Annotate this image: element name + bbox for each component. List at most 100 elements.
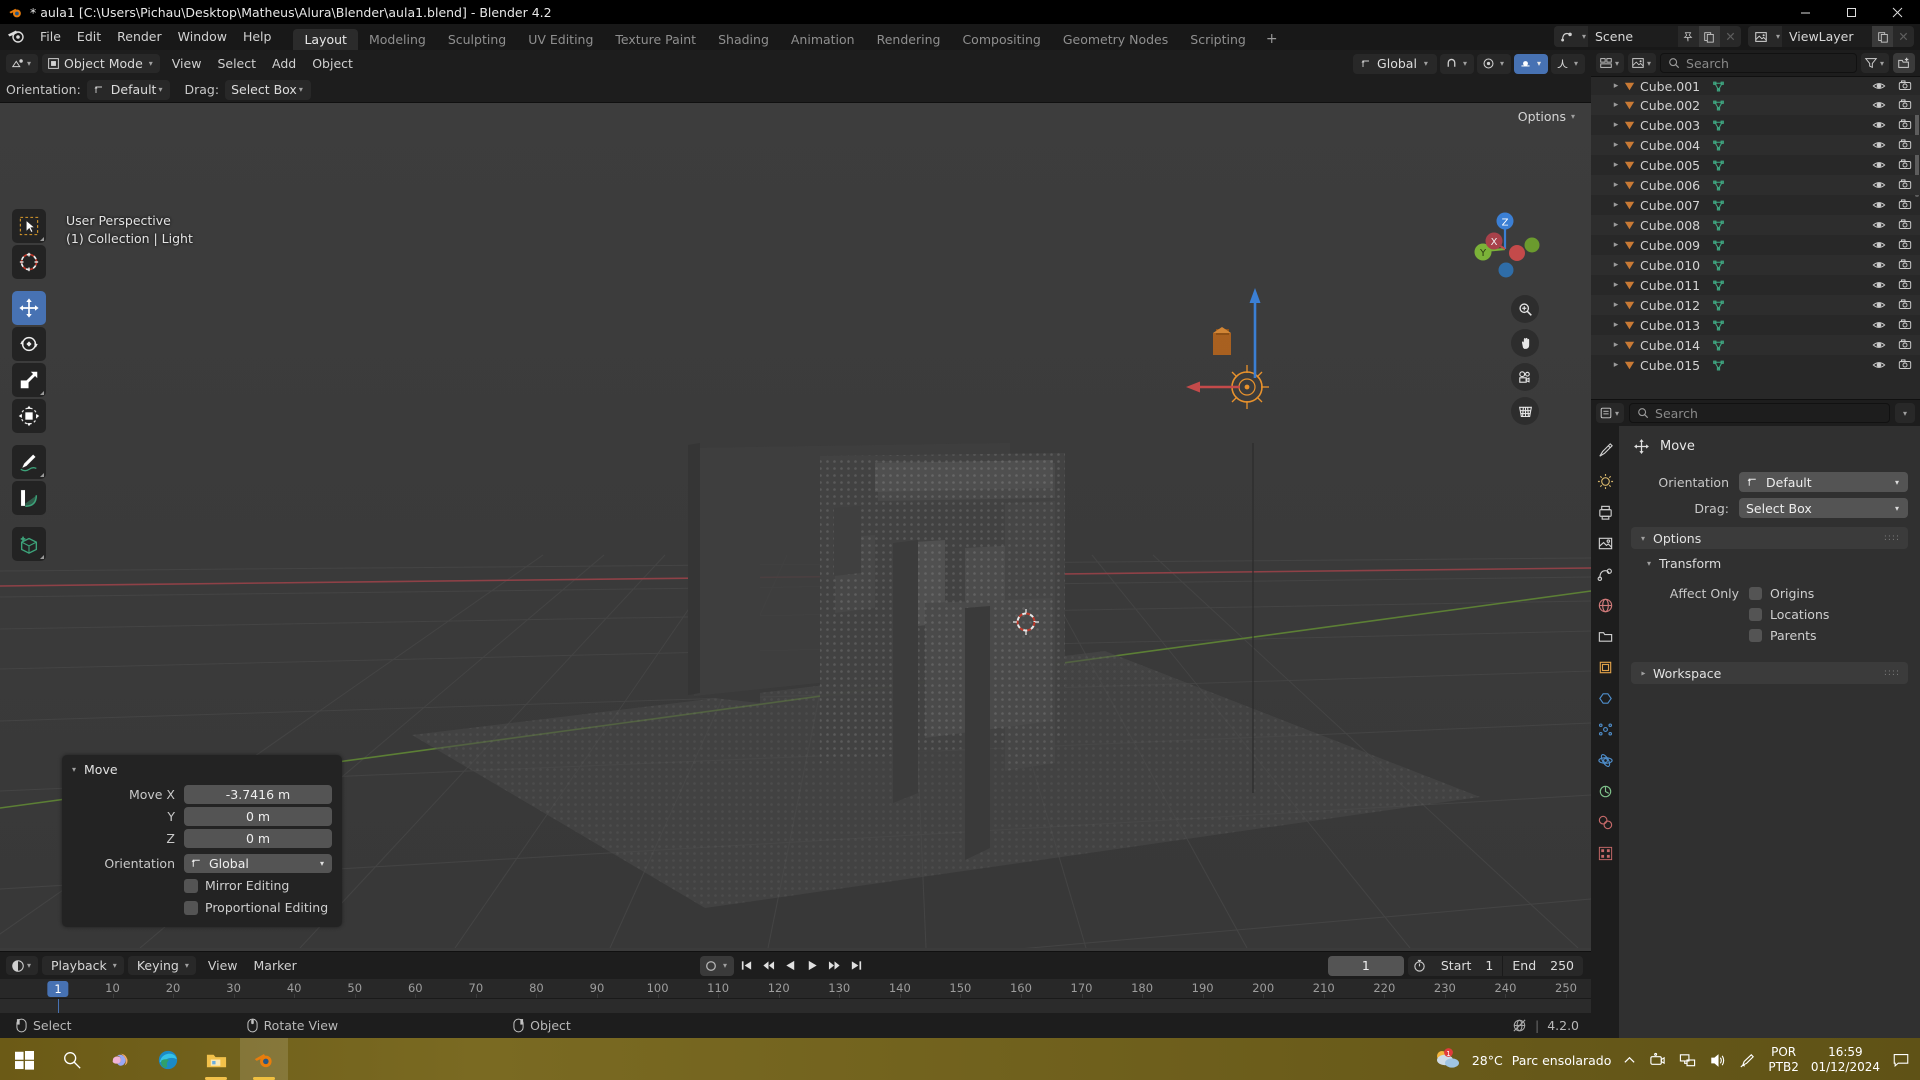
3d-viewport[interactable]: User Perspective (1) Collection | Light … (0, 103, 1591, 951)
outliner-row[interactable]: ▸ Cube.009 (1591, 235, 1920, 255)
outliner-row[interactable]: ▸ Cube.005 (1591, 155, 1920, 175)
timeline-playhead[interactable] (58, 999, 59, 1013)
disable-in-render-icon[interactable] (1898, 258, 1912, 272)
zoom-view-icon[interactable] (1511, 295, 1539, 323)
disable-in-render-icon[interactable] (1898, 298, 1912, 312)
proportional-editing-checkbox-box[interactable] (184, 900, 198, 915)
outliner-row[interactable]: ▸ Cube.004 (1591, 135, 1920, 155)
disable-in-render-icon[interactable] (1898, 138, 1912, 152)
expand-chevron-icon[interactable]: ▸ (1609, 180, 1623, 190)
expand-chevron-icon[interactable]: ▸ (1609, 160, 1623, 170)
properties-drag-row[interactable]: Drag: Select Box ▾ (1627, 497, 1912, 519)
curve-falloff-selector[interactable]: ▾ (1550, 53, 1585, 74)
notifications-icon[interactable] (1892, 1051, 1910, 1069)
tab-shading[interactable]: Shading (707, 29, 780, 50)
outliner-row[interactable]: ▸ Cube.011 (1591, 275, 1920, 295)
pan-view-icon[interactable] (1511, 329, 1539, 357)
edge-icon[interactable] (144, 1038, 192, 1080)
operator-mirror-editing-checkbox[interactable]: Mirror Editing (184, 875, 332, 896)
hide-in-viewport-icon[interactable] (1872, 138, 1886, 152)
menu-edit[interactable]: Edit (69, 24, 109, 50)
timeline-keying-menu[interactable]: Keying ▾ (127, 956, 196, 975)
tab-material-properties[interactable] (1595, 812, 1615, 832)
outliner-filter-button[interactable]: ▾ (1860, 53, 1889, 73)
clock-widget[interactable]: 16:59 01/12/2024 (1811, 1045, 1880, 1075)
properties-orientation-dropdown[interactable]: Default ▾ (1739, 472, 1908, 492)
transform-subpanel-header[interactable]: ▾ Transform (1627, 553, 1912, 573)
timeline-ruler[interactable]: 10 20 30 40 50 60 70 80 90 100 110 120 130 140 150 160 1… (0, 979, 1591, 999)
hide-in-viewport-icon[interactable] (1872, 278, 1886, 292)
transform-tool[interactable] (12, 399, 46, 433)
show-hidden-icons-chevron-icon[interactable] (1623, 1054, 1636, 1067)
operator-panel-title[interactable]: ▾ Move (62, 759, 342, 783)
viewport-menu-add[interactable]: Add (264, 51, 304, 77)
maximize-button[interactable] (1828, 0, 1874, 24)
tab-physics-properties[interactable] (1595, 750, 1615, 770)
tab-texture-properties[interactable] (1595, 843, 1615, 863)
move-tool[interactable] (12, 291, 46, 325)
outliner-row[interactable]: ▸ Cube.002 (1591, 95, 1920, 115)
camera-view-icon[interactable] (1511, 363, 1539, 391)
affect-only-locations-checkbox[interactable]: Locations (1749, 604, 1912, 625)
current-frame-field[interactable]: 1 (1327, 955, 1404, 976)
disable-in-render-icon[interactable] (1898, 198, 1912, 212)
disable-in-render-icon[interactable] (1898, 318, 1912, 332)
file-explorer-icon[interactable] (192, 1038, 240, 1080)
tab-geometry-nodes[interactable]: Geometry Nodes (1052, 29, 1179, 50)
hide-in-viewport-icon[interactable] (1872, 178, 1886, 192)
disable-in-render-icon[interactable] (1898, 218, 1912, 232)
orthographic-toggle-icon[interactable] (1511, 397, 1539, 425)
properties-search-input[interactable]: Search (1629, 403, 1890, 423)
disable-in-render-icon[interactable] (1898, 338, 1912, 352)
transform-panel-chevron-icon[interactable]: ▾ (1647, 559, 1651, 568)
network-icon[interactable] (1679, 1052, 1696, 1069)
play-reverse-button[interactable] (780, 956, 800, 976)
volume-icon[interactable] (1709, 1052, 1726, 1069)
menu-help[interactable]: Help (235, 24, 280, 50)
properties-options-button[interactable]: ▾ (1894, 403, 1915, 423)
scene-name[interactable]: Scene (1587, 26, 1678, 47)
disable-in-render-icon[interactable] (1898, 178, 1912, 192)
close-button[interactable] (1874, 0, 1920, 24)
workspace-panel-header[interactable]: ▾ Workspace :::: (1631, 662, 1908, 684)
tab-scripting[interactable]: Scripting (1179, 29, 1257, 50)
disable-in-render-icon[interactable] (1898, 79, 1912, 93)
blender-logo-icon[interactable] (6, 26, 28, 48)
jump-to-prev-keyframe-button[interactable] (758, 956, 778, 976)
expand-chevron-icon[interactable]: ▸ (1609, 260, 1623, 270)
operator-redo-panel[interactable]: ▾ Move Move X -3.7416 m Y 0 m Z 0 m Orie… (62, 755, 342, 927)
transform-orientation-selector[interactable]: Global ▾ (1353, 53, 1437, 74)
expand-chevron-icon[interactable]: ▸ (1609, 340, 1623, 350)
properties-editor-type-selector[interactable]: ▾ (1596, 403, 1625, 423)
hide-in-viewport-icon[interactable] (1872, 298, 1886, 312)
expand-chevron-icon[interactable]: ▸ (1609, 300, 1623, 310)
timeline-current-frame-badge[interactable]: 1 (47, 981, 69, 997)
hide-in-viewport-icon[interactable] (1872, 358, 1886, 372)
hide-in-viewport-icon[interactable] (1872, 198, 1886, 212)
workspace-panel-chevron-icon[interactable]: ▾ (1639, 671, 1648, 675)
outliner-editor-type-selector[interactable]: ▾ (1596, 53, 1625, 73)
outliner-row[interactable]: ▸ Cube.012 (1591, 295, 1920, 315)
outliner-row[interactable]: ▸ Cube.001 (1591, 77, 1920, 95)
locations-checkbox-box[interactable] (1749, 608, 1762, 621)
expand-chevron-icon[interactable]: ▸ (1609, 280, 1623, 290)
options-panel-header[interactable]: ▾ Options :::: (1631, 527, 1908, 549)
navigation-gizmo[interactable]: Z Y X (1463, 207, 1547, 291)
tool-orientation-dropdown[interactable]: Default ▾ (86, 79, 171, 100)
options-panel-grip-icon[interactable]: :::: (1884, 533, 1900, 543)
properties-drag-dropdown[interactable]: Select Box ▾ (1739, 498, 1908, 518)
auto-keying-toggle[interactable]: ▾ (700, 955, 735, 976)
tab-sculpting[interactable]: Sculpting (437, 29, 517, 50)
outliner-row[interactable]: ▸ Cube.014 (1591, 335, 1920, 355)
timeline-view-menu[interactable]: View (200, 953, 246, 979)
blender-icon[interactable] (240, 1038, 288, 1080)
hide-in-viewport-icon[interactable] (1872, 258, 1886, 272)
expand-chevron-icon[interactable]: ▸ (1609, 81, 1623, 91)
operator-move-y-value[interactable]: 0 m (184, 807, 332, 826)
affect-only-origins-checkbox[interactable]: Origins (1749, 583, 1912, 604)
editor-type-selector[interactable]: ▾ (6, 54, 39, 73)
viewlayer-name[interactable]: ViewLayer (1782, 26, 1872, 47)
delete-viewlayer-icon[interactable]: ✕ (1893, 26, 1914, 47)
hide-in-viewport-icon[interactable] (1872, 238, 1886, 252)
tab-collection-properties[interactable] (1595, 626, 1615, 646)
